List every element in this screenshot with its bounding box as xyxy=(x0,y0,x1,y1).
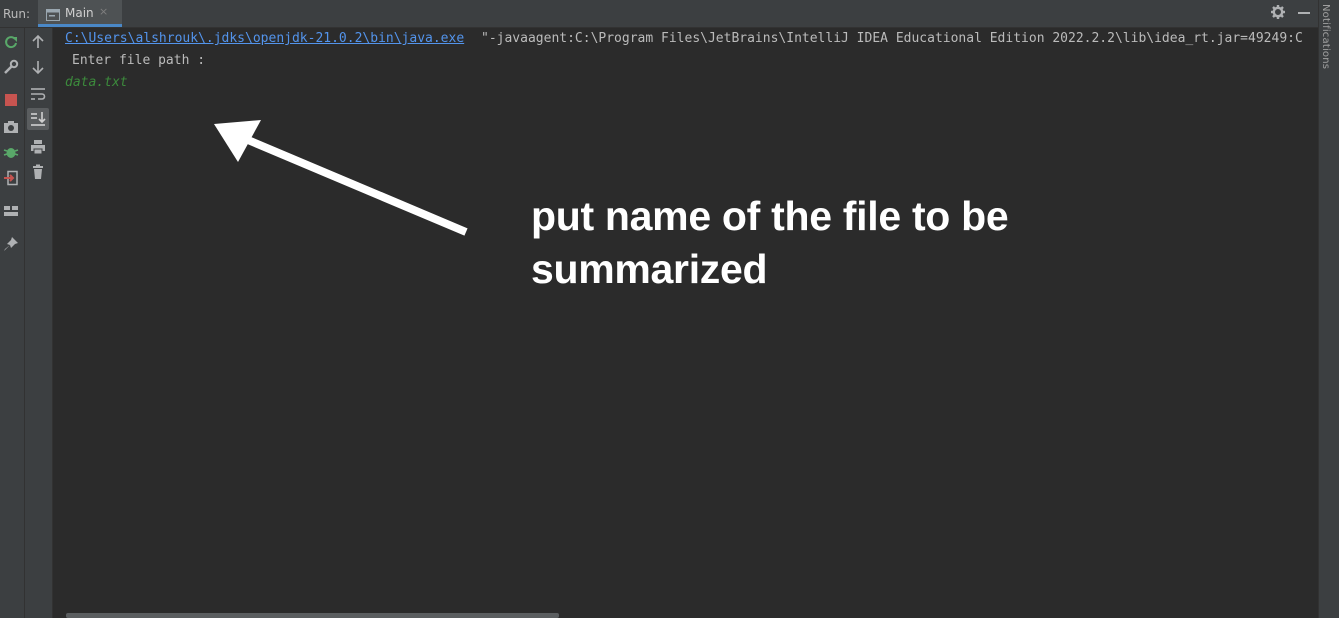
rerun-icon[interactable] xyxy=(3,34,19,50)
run-label: Run: xyxy=(3,7,31,21)
tab-main[interactable]: Main × xyxy=(38,0,122,27)
debug-bug-icon[interactable] xyxy=(3,144,19,160)
annotation-arrow xyxy=(214,120,468,236)
annotation-line-1: put name of the file to be xyxy=(531,193,1009,239)
horizontal-scrollbar[interactable] xyxy=(66,613,559,618)
pin-icon[interactable] xyxy=(3,236,19,252)
scroll-to-end-icon xyxy=(30,111,46,127)
minimize-icon[interactable] xyxy=(1298,12,1310,14)
print-icon[interactable] xyxy=(30,139,46,155)
java-executable-link[interactable]: C:\Users\alshrouk\.jdks\openjdk-21.0.2\b… xyxy=(65,31,464,46)
stop-icon[interactable] xyxy=(3,92,19,108)
run-tool-window-header: Run: Main × xyxy=(0,0,1318,28)
gear-icon[interactable] xyxy=(1270,4,1286,20)
left-toolbar-secondary xyxy=(25,28,53,618)
exit-icon[interactable] xyxy=(3,170,19,186)
annotation-text: put name of the file to be summarized xyxy=(531,190,1091,296)
soft-wrap-icon[interactable] xyxy=(30,86,46,102)
scroll-to-end-toggle[interactable] xyxy=(27,108,49,130)
annotation-line-2: summarized xyxy=(531,246,768,292)
layout-icon[interactable] xyxy=(3,203,19,219)
tab-main-label: Main xyxy=(65,6,94,20)
camera-icon[interactable] xyxy=(3,119,19,135)
wrench-icon[interactable] xyxy=(3,59,19,75)
console-icon xyxy=(46,6,60,21)
trash-icon[interactable] xyxy=(30,164,46,180)
close-icon[interactable]: × xyxy=(99,5,108,18)
command-arguments: "-javaagent:C:\Program Files\JetBrains\I… xyxy=(481,31,1303,46)
arrow-up-icon[interactable] xyxy=(30,34,46,50)
left-toolbar-primary xyxy=(0,28,25,618)
arrow-down-icon[interactable] xyxy=(30,59,46,75)
console-prompt: Enter file path : xyxy=(72,53,206,68)
console-user-input[interactable]: data.txt xyxy=(65,75,128,90)
right-tool-strip: Notifications xyxy=(1318,0,1339,618)
notifications-tab[interactable]: Notifications xyxy=(1320,4,1331,69)
